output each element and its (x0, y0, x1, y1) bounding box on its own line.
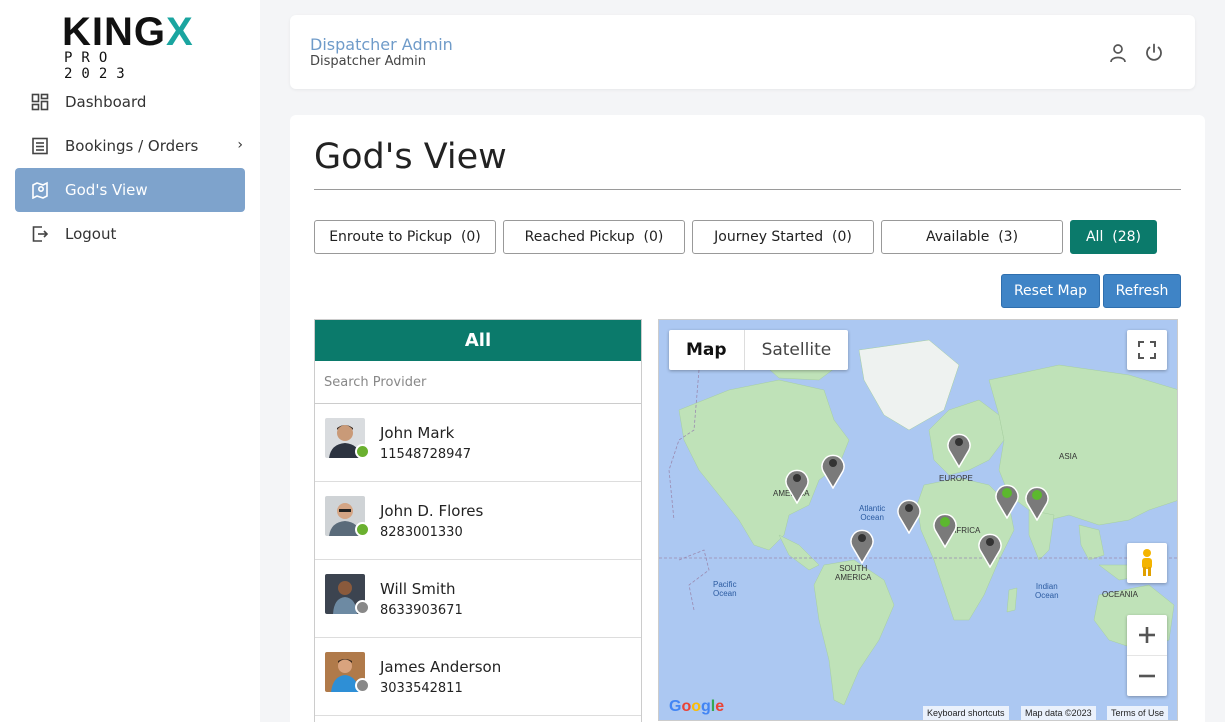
offline-status-dot (355, 678, 370, 693)
header-bar: Dispatcher Admin Dispatcher Admin (290, 15, 1195, 89)
map-icon (31, 181, 49, 199)
list-icon (31, 137, 49, 155)
map-label-asia: ASIA (1059, 452, 1078, 461)
filter-enroute-pickup[interactable]: Enroute to Pickup (0) (314, 220, 496, 254)
provider-phone: 11548728947 (380, 447, 471, 462)
map-pin-offline[interactable] (977, 530, 1003, 569)
pegman-icon (1142, 549, 1152, 576)
zoom-control (1127, 615, 1167, 696)
offline-status-dot (355, 600, 370, 615)
kingx-logo[interactable]: KINGX PRO 2023 (62, 12, 202, 82)
map-pin-online[interactable] (994, 481, 1020, 520)
map-label-europe: EUROPE (939, 474, 973, 483)
provider-row[interactable]: Will Smith 8633903671 (315, 560, 641, 638)
map-pin-offline[interactable] (946, 430, 972, 469)
zoom-out-button[interactable] (1127, 656, 1167, 696)
provider-phone: 8633903671 (380, 603, 463, 618)
filter-reached-pickup[interactable]: Reached Pickup (0) (503, 220, 685, 254)
filter-label: All (1085, 229, 1104, 245)
sidebar-item-bookings[interactable]: Bookings / Orders › (15, 124, 245, 168)
filter-label: Journey Started (714, 229, 824, 245)
logo-x-text: X (166, 10, 194, 54)
minus-icon (1139, 674, 1155, 677)
map-pin-offline[interactable] (896, 496, 922, 535)
title-divider (314, 189, 1181, 190)
keyboard-shortcuts-link[interactable]: Keyboard shortcuts (923, 706, 1009, 720)
map-pin-online[interactable] (1024, 483, 1050, 522)
filter-journey-started[interactable]: Journey Started (0) (692, 220, 874, 254)
sidebar-item-dashboard[interactable]: Dashboard (15, 80, 245, 124)
map-pin-offline[interactable] (849, 526, 875, 565)
filter-count: (3) (998, 229, 1019, 245)
power-icon[interactable] (1143, 42, 1165, 64)
map-label-south-america: SOUTH AMERICA (835, 564, 872, 582)
filter-label: Available (925, 229, 990, 245)
provider-phone: 3033542811 (380, 681, 463, 696)
search-provider-box (315, 361, 641, 404)
filter-count: (0) (643, 229, 664, 245)
plus-icon (1139, 627, 1155, 643)
sidebar-item-label: God's View (65, 181, 148, 199)
fullscreen-button[interactable] (1127, 330, 1167, 370)
google-logo: Google (669, 698, 725, 715)
filter-count: (0) (460, 229, 481, 245)
map-pin-online[interactable] (932, 510, 958, 549)
map-pin-offline[interactable] (820, 451, 846, 490)
page-title: God's View (314, 137, 507, 177)
sidebar-item-logout[interactable]: Logout (15, 212, 245, 256)
online-status-dot (355, 444, 370, 459)
header-title: Dispatcher Admin (310, 35, 453, 54)
street-view-pegman[interactable] (1127, 543, 1167, 583)
filter-available[interactable]: Available (3) (881, 220, 1063, 254)
map-type-map-button[interactable]: Map (669, 330, 745, 370)
provider-row[interactable]: James Anderson 3033542811 (315, 638, 641, 716)
user-icon[interactable] (1107, 42, 1129, 64)
map-pin-offline[interactable] (784, 466, 810, 505)
provider-name: John Mark (380, 424, 455, 442)
header-subtitle: Dispatcher Admin (310, 54, 427, 69)
sidebar-item-label: Logout (65, 225, 117, 243)
world-map[interactable]: NAMERICA SOUTHAMERICA EUROPE ASIA AFRICA… (658, 319, 1178, 721)
provider-row[interactable]: John Mark 11548728947 (315, 404, 641, 482)
provider-name: John D. Flores (380, 502, 484, 520)
map-data-attribution: Map data ©2023 (1021, 706, 1096, 720)
provider-name: James Anderson (380, 658, 502, 676)
sidebar: KINGX PRO 2023 Dashboard Bookings / Orde… (0, 0, 260, 722)
filter-count: (0) (832, 229, 852, 245)
provider-phone: 8283001330 (380, 525, 463, 540)
filter-label: Enroute to Pickup (329, 229, 453, 245)
dashboard-icon (31, 93, 49, 111)
search-provider-input[interactable] (324, 374, 641, 390)
provider-row[interactable]: John D. Flores 8283001330 (315, 482, 641, 560)
provider-name: Will Smith (380, 580, 456, 598)
fullscreen-icon (1138, 341, 1156, 359)
chevron-right-icon: › (237, 137, 243, 153)
map-label-indian: Indian Ocean (1035, 582, 1059, 600)
map-type-satellite-button[interactable]: Satellite (745, 330, 849, 370)
map-label-pacific: Pacific Ocean (713, 580, 737, 598)
refresh-button[interactable]: Refresh (1103, 274, 1181, 308)
sidebar-item-label: Bookings / Orders (65, 137, 199, 155)
terms-of-use-link[interactable]: Terms of Use (1107, 706, 1169, 720)
provider-list-panel: All John Mark 11548728947 John D. Flores… (314, 319, 642, 722)
map-label-atlantic: Atlantic Ocean (859, 504, 886, 522)
filter-all[interactable]: All (28) (1070, 220, 1157, 254)
reset-map-button[interactable]: Reset Map (1001, 274, 1100, 308)
main-content: God's View Enroute to Pickup (0) Reached… (290, 115, 1205, 722)
map-label-oceania: OCEANIA (1102, 590, 1139, 599)
sidebar-item-label: Dashboard (65, 93, 147, 111)
sidebar-item-gods-view[interactable]: God's View (15, 168, 245, 212)
filter-count: (28) (1112, 229, 1141, 245)
map-type-control: Map Satellite (669, 330, 849, 370)
logo-main-text: KING (62, 10, 166, 54)
logo-sub-text: PRO 2023 (64, 50, 134, 82)
online-status-dot (355, 522, 370, 537)
provider-list-header: All (315, 320, 641, 361)
filter-label: Reached Pickup (524, 229, 635, 245)
zoom-in-button[interactable] (1127, 616, 1167, 656)
logout-icon (31, 225, 49, 243)
